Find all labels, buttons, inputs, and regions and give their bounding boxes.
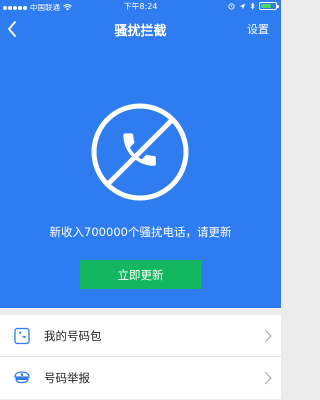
settings-button[interactable]: 设置 xyxy=(247,21,269,37)
menu-item-number-package[interactable]: 我的号码包 xyxy=(0,315,281,357)
location-arrow-icon xyxy=(239,3,246,9)
menu-item-label: 我的号码包 xyxy=(44,329,102,343)
chevron-right-icon xyxy=(264,329,272,343)
police-cap-icon xyxy=(14,371,30,384)
battery-icon xyxy=(259,2,279,10)
navigation-bar: 骚扰拦截 设置 xyxy=(0,16,281,42)
update-now-button[interactable]: 立即更新 xyxy=(80,260,201,289)
page-title: 骚扰拦截 xyxy=(114,24,167,39)
menu-item-label: 号码举报 xyxy=(44,371,90,385)
alarm-icon xyxy=(228,2,235,10)
status-bar: 中国联通 下午8:24 xyxy=(0,0,281,14)
menu-item-number-report[interactable]: 号码举报 xyxy=(0,357,281,399)
chevron-right-icon xyxy=(264,371,272,385)
bluetooth-icon xyxy=(250,2,255,10)
battery-level xyxy=(261,4,271,8)
update-message: 新收入700000个骚扰电话，请更新 xyxy=(49,225,232,239)
blocked-phone-icon xyxy=(91,103,189,201)
menu-list: 我的号码包 号码举报 xyxy=(0,315,281,399)
phone-book-icon xyxy=(14,327,30,345)
status-right xyxy=(228,2,279,10)
